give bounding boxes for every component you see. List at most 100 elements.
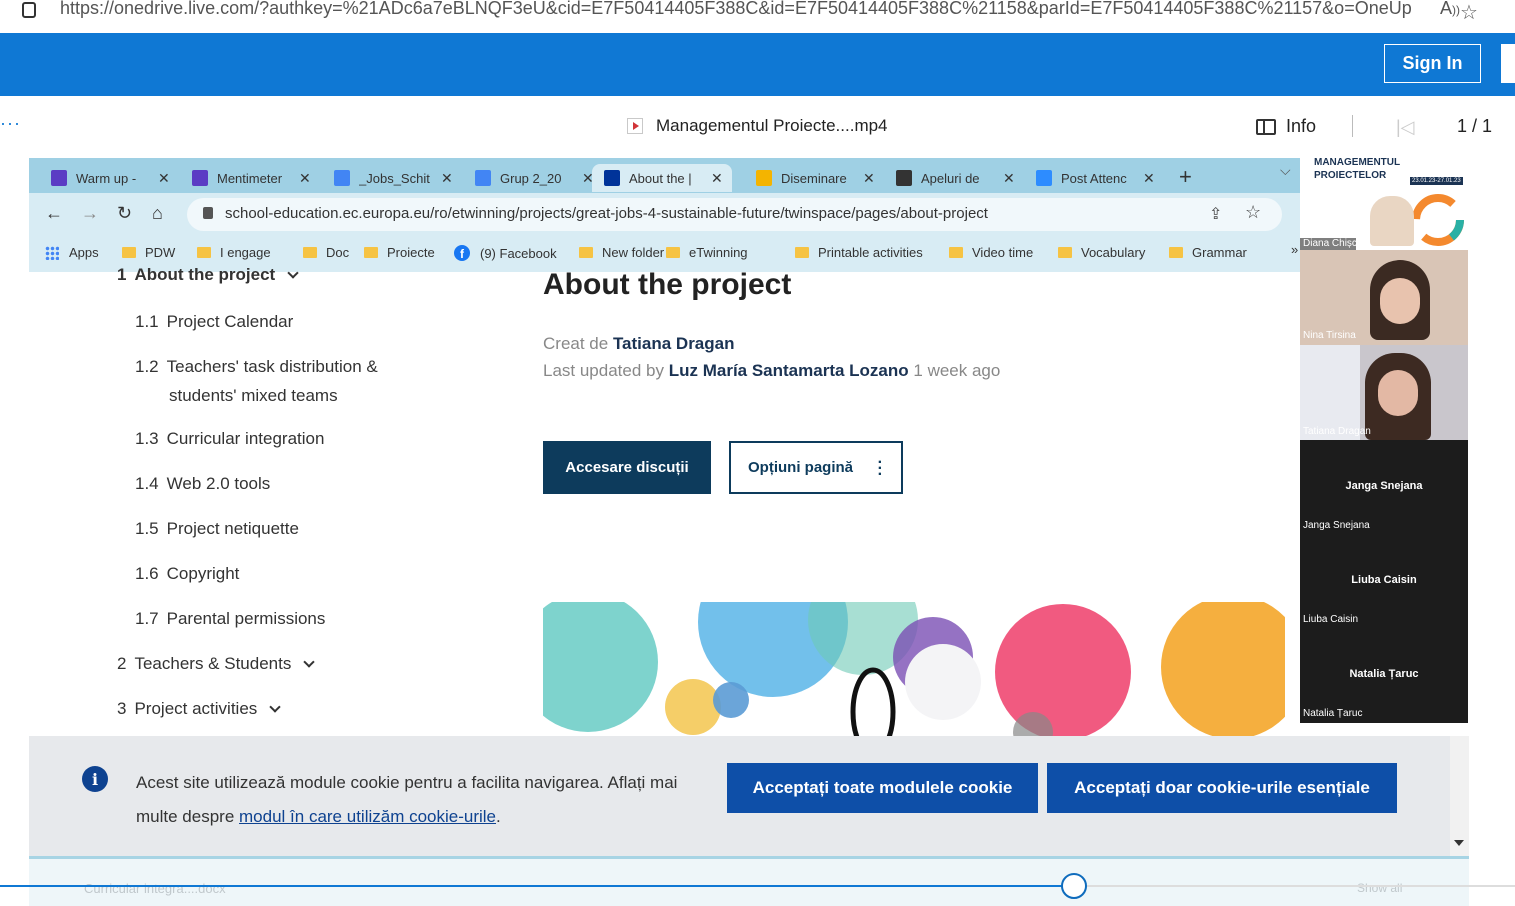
download-file[interactable]: Curricular integra....docx (84, 881, 226, 896)
tab-search-chevron-icon[interactable]: ⌵ (1280, 162, 1291, 179)
toc-label: Web 2.0 tools (166, 474, 271, 493)
page-options-button[interactable]: Opțiuni pagină · · · (729, 441, 903, 494)
scroll-down-icon[interactable] (1454, 840, 1464, 846)
bookmark-item[interactable]: Doc (303, 245, 349, 260)
toc-subitem[interactable]: 1.4 Web 2.0 tools (135, 474, 270, 494)
toc-subitem[interactable]: 1.5 Project netiquette (135, 519, 299, 539)
tab-close-icon[interactable]: ✕ (711, 170, 723, 187)
omnibox[interactable]: school-education.ec.europa.eu/ro/etwinni… (187, 198, 1282, 231)
new-tab-icon[interactable]: + (1179, 164, 1192, 190)
info-label: Info (1286, 116, 1317, 136)
video-frame[interactable]: Warm up - ✕ Mentimeter ✕ _Jobs_Schit ✕ Grup 2_… (29, 158, 1469, 906)
shared-slide-tile[interactable]: MANAGEMENTUL PROIECTELOR 23.01.23-27.01.… (1300, 158, 1468, 250)
participant-name: Janga Snejana (1303, 520, 1370, 531)
participant-center-name: Liuba Caisin (1351, 574, 1417, 586)
share-icon[interactable]: ⇪ (1209, 204, 1222, 224)
video-progress-fill (0, 885, 1075, 887)
forward-icon[interactable]: → (81, 203, 99, 224)
slide-title: MANAGEMENTUL PROIECTELOR (1314, 158, 1401, 181)
browser-tab[interactable]: Warm up - ✕ (51, 164, 170, 192)
sign-in-button[interactable]: Sign In (1384, 44, 1481, 83)
bookmark-star-icon[interactable]: ☆ (1245, 202, 1261, 223)
tab-close-icon[interactable]: ✕ (1143, 170, 1155, 187)
toc-label: Teachers' task distribution & (166, 357, 378, 376)
folder-icon (666, 247, 680, 258)
bookmark-item[interactable]: f (9) Facebook (454, 245, 557, 261)
bookmark-item[interactable]: Printable activities (795, 245, 923, 260)
favorites-icon[interactable]: ☆ (1460, 0, 1478, 25)
participant-name: Liuba Caisin (1303, 614, 1359, 625)
toc-subitem[interactable]: 1.2 Teachers' task distribution & students… (135, 357, 378, 406)
toc-subitem[interactable]: 1.6 Copyright (135, 564, 239, 584)
bookmark-label: Vocabulary (1081, 245, 1146, 260)
info-icon: i (82, 766, 108, 792)
tab-close-icon[interactable]: ✕ (863, 170, 875, 187)
tab-favicon-icon (475, 170, 491, 186)
video-seek-thumb[interactable] (1061, 873, 1088, 899)
info-button[interactable]: Info (1256, 116, 1316, 137)
toc-subitem[interactable]: 1.7 Parental permissions (135, 609, 325, 629)
toc-label: Project Calendar (166, 312, 294, 331)
toc-label: Parental permissions (166, 609, 326, 628)
toc-number: 1.6 (135, 564, 159, 583)
tab-favicon-icon (896, 170, 912, 186)
reload-icon[interactable]: ↻ (117, 203, 132, 224)
bookmark-item[interactable]: Vocabulary (1058, 245, 1145, 260)
bookmark-item[interactable]: Grammar (1169, 245, 1247, 260)
home-icon[interactable]: ⌂ (152, 203, 163, 224)
accept-essential-cookies-button[interactable]: Acceptați doar cookie-urile esențiale (1047, 763, 1397, 813)
show-all-downloads[interactable]: Show all (1357, 881, 1402, 895)
discussions-button[interactable]: Accesare discuții (543, 441, 711, 494)
toc-section[interactable]: 3 Project activities (117, 699, 281, 719)
participant-audio-tile[interactable]: Liuba Caisin Liuba Caisin (1300, 534, 1468, 628)
bookmark-item[interactable]: Apps (45, 245, 99, 260)
participant-video-tile[interactable]: Nina Tirsina (1300, 250, 1468, 345)
browser-tab[interactable]: Mentimeter ✕ (192, 164, 311, 192)
bookmark-label: I engage (220, 245, 271, 260)
tab-label: Warm up - (76, 170, 137, 186)
browser-tab[interactable]: Post Attenc ✕ (1036, 164, 1155, 192)
toc-item-about[interactable]: 1 About the project (117, 265, 299, 285)
toc-subitem[interactable]: 1.3 Curricular integration (135, 429, 324, 449)
outer-address-bar[interactable]: https://onedrive.live.com/?authkey=%21AD… (0, 0, 1515, 26)
accept-all-cookies-button[interactable]: Acceptați toate modulele cookie (727, 763, 1038, 813)
tab-close-icon[interactable]: ✕ (1003, 170, 1015, 187)
bookmark-item[interactable]: New folder (579, 245, 664, 260)
participant-video-tile[interactable]: Tatiana Dragan (1300, 345, 1468, 440)
toc-number: 1.7 (135, 609, 159, 628)
page-scrollbar[interactable] (1450, 736, 1469, 856)
browser-tab[interactable]: _Jobs_Schit ✕ (334, 164, 453, 192)
participant-audio-tile[interactable]: Natalia Țaruc Natalia Țaruc (1300, 628, 1468, 722)
browser-tab[interactable]: Apeluri de ✕ (896, 164, 1015, 192)
cookie-policy-link[interactable]: modul în care utilizăm cookie-urile (239, 807, 496, 826)
more-icon[interactable]: ··· (0, 113, 21, 134)
toc-section[interactable]: 2 Teachers & Students (117, 654, 316, 674)
chevron-down-icon[interactable] (303, 656, 316, 668)
back-icon[interactable]: ← (45, 203, 63, 224)
first-page-icon[interactable]: |◁ (1396, 117, 1415, 138)
chevron-down-icon[interactable] (269, 701, 281, 713)
browser-tab[interactable]: About the | ✕ (592, 164, 732, 192)
bookmarks-more[interactable]: » (1291, 242, 1298, 257)
bookmark-item[interactable]: Video time (949, 245, 1033, 260)
tab-close-icon[interactable]: ✕ (441, 170, 453, 187)
toc-subitem[interactable]: 1.1 Project Calendar (135, 312, 293, 332)
tab-close-icon[interactable]: ✕ (158, 170, 170, 187)
bookmark-item[interactable]: I engage (197, 245, 271, 260)
editor-link[interactable]: Luz María Santamarta Lozano (669, 361, 909, 380)
bookmark-label: New folder (602, 245, 665, 260)
participant-audio-tile[interactable]: Janga Snejana Janga Snejana (1300, 440, 1468, 534)
info-panel-icon (1256, 118, 1276, 135)
omnibox-url[interactable]: school-education.ec.europa.eu/ro/etwinni… (225, 205, 988, 222)
tab-close-icon[interactable]: ✕ (299, 170, 311, 187)
read-aloud-icon[interactable]: A)) (1440, 0, 1460, 19)
chevron-down-icon[interactable] (287, 267, 299, 279)
bookmark-item[interactable]: Proiecte (364, 245, 435, 260)
hero-watercolor-image (543, 602, 1285, 736)
outer-url-text[interactable]: https://onedrive.live.com/?authkey=%21AD… (60, 0, 1412, 19)
bookmark-item[interactable]: PDW (122, 245, 175, 260)
bookmark-item[interactable]: eTwinning (666, 245, 748, 260)
browser-tab[interactable]: Grup 2_20 ✕ (475, 164, 594, 192)
browser-tab[interactable]: Diseminare ✕ (756, 164, 875, 192)
author-link[interactable]: Tatiana Dragan (613, 334, 735, 353)
